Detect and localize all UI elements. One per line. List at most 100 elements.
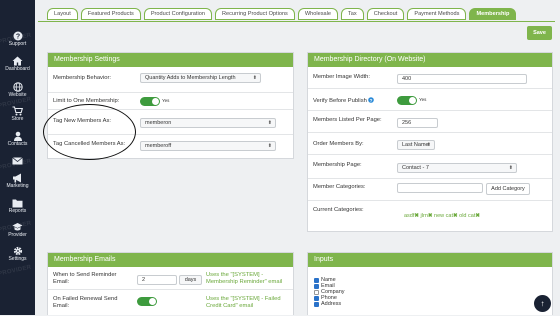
- select-arrows-icon: ⬍: [267, 120, 272, 126]
- sidebar-item-label: Provider: [8, 232, 27, 238]
- svg-text:?: ?: [15, 34, 19, 41]
- listed-input[interactable]: 256: [397, 118, 438, 128]
- panel-title: Inputs: [308, 253, 552, 267]
- image-width-input[interactable]: 400: [397, 74, 527, 84]
- limit-toggle[interactable]: Yes: [140, 97, 169, 106]
- page-select[interactable]: Contact - 7 ⬍: [397, 163, 517, 173]
- panel-title: Membership Directory (On Website): [308, 53, 552, 67]
- toggle-knob: [409, 97, 416, 104]
- failed-toggle[interactable]: [137, 297, 157, 306]
- arrow-up-icon: ↑: [540, 299, 545, 308]
- order-row: Order Members By: Last Name ⬍: [308, 132, 552, 154]
- panel-title: Membership Settings: [48, 53, 293, 67]
- image-width-row: Member Image Width: 400: [308, 67, 552, 88]
- failed-label: On Failed Renewal Send Email:: [53, 296, 118, 309]
- checkbox-address[interactable]: Address: [314, 301, 345, 307]
- failed-note: Uses the "[SYSTEM] - Failed Credit Card"…: [206, 296, 281, 309]
- category-input[interactable]: [397, 183, 483, 193]
- sidebar-item-reports[interactable]: Reports: [0, 198, 35, 222]
- svg-text:?: ?: [370, 98, 373, 103]
- sidebar-item-support[interactable]: ? Support: [0, 31, 35, 55]
- tab-tax[interactable]: Tax: [340, 8, 364, 20]
- select-arrows-icon: ⬍: [267, 143, 272, 149]
- remove-tag-icon[interactable]: ✖: [453, 213, 458, 219]
- verify-toggle[interactable]: Yes: [397, 96, 426, 105]
- sidebar-item-provider[interactable]: Provider: [0, 222, 35, 246]
- tab-wholesale[interactable]: Wholesale: [297, 8, 338, 20]
- verify-label-group: Verify Before Publish ?: [313, 97, 375, 105]
- gear-icon: [13, 246, 22, 256]
- sidebar-item-website[interactable]: Website: [0, 82, 35, 106]
- home-icon: [12, 56, 23, 66]
- sidebar-item-label: Store: [11, 116, 24, 122]
- tag-cancelled-select[interactable]: memberoff ⬍: [140, 141, 276, 151]
- categories-label: Member Categories:: [313, 184, 366, 190]
- membership-emails-panel: Membership Emails When to Send Reminder …: [47, 252, 294, 315]
- annotation-oval: [43, 104, 136, 160]
- order-select[interactable]: Last Name ⬍: [397, 140, 435, 150]
- toggle-knob: [149, 298, 156, 305]
- sidebar-item-marketing[interactable]: Marketing: [0, 173, 35, 197]
- tab-checkout[interactable]: Checkout: [366, 8, 405, 20]
- select-arrows-icon: ⬍: [426, 142, 431, 148]
- tab-featured-products[interactable]: Featured Products: [80, 8, 141, 20]
- remove-tag-icon[interactable]: ✖: [428, 213, 433, 219]
- verify-label: Verify Before Publish: [313, 98, 367, 104]
- panel-title: Membership Emails: [48, 253, 293, 267]
- page-value: Contact - 7: [402, 165, 429, 171]
- verify-row: Verify Before Publish ? Yes: [308, 88, 552, 110]
- sidebar-item-store[interactable]: Store: [0, 106, 35, 130]
- page-row: Membership Page: Contact - 7 ⬍: [308, 154, 552, 178]
- listed-row: Members Listed Per Page: 256: [308, 110, 552, 132]
- sidebar-item-label: Dashboard: [5, 66, 30, 72]
- input-field-list: Name Email Company Phone Address: [314, 277, 345, 307]
- categories-row: Member Categories: Add Category: [308, 178, 552, 200]
- toggle-knob: [152, 98, 159, 105]
- folder-icon: [12, 199, 23, 208]
- tab-layout[interactable]: Layout: [47, 8, 78, 20]
- sidebar-item-label: Reports: [8, 208, 27, 214]
- category-tag: jlrn: [420, 213, 428, 219]
- behavior-select[interactable]: Quantity Adds to Membership Length ⬍: [140, 73, 261, 83]
- checkbox-icon: [314, 289, 319, 295]
- behavior-row: Membership Behavior: Quantity Adds to Me…: [48, 67, 293, 92]
- page-label: Membership Page:: [313, 162, 362, 168]
- category-tag: old cat: [459, 213, 476, 219]
- checkbox-icon: [314, 277, 319, 283]
- behavior-value: Quantity Adds to Membership Length: [145, 75, 236, 81]
- sidebar-item-label: Support: [8, 41, 27, 47]
- tag-new-select[interactable]: memberon ⬍: [140, 118, 276, 128]
- current-categories-label: Current Categories:: [313, 207, 364, 213]
- checkbox-icon: [314, 283, 319, 289]
- sidebar-item-dashboard[interactable]: Dashboard: [0, 56, 35, 80]
- checkbox-label: Address: [321, 301, 342, 307]
- tab-divider: [38, 21, 555, 22]
- days-unit: days: [179, 275, 202, 285]
- sidebar-item-contacts[interactable]: Contacts: [0, 131, 35, 155]
- person-icon: [13, 131, 22, 141]
- tag-new-value: memberon: [145, 120, 172, 126]
- tab-product-configuration[interactable]: Product Configuration: [143, 8, 212, 20]
- remove-tag-icon[interactable]: ✖: [414, 213, 419, 219]
- checkbox-icon: [314, 295, 319, 301]
- toggle-text: Yes: [162, 98, 170, 103]
- remove-tag-icon[interactable]: ✖: [475, 213, 480, 219]
- tab-membership[interactable]: Membership: [469, 8, 517, 20]
- sidebar-item-label: Contacts: [7, 141, 28, 147]
- megaphone-icon: [13, 173, 21, 183]
- reminder-days-input[interactable]: 2: [137, 275, 177, 285]
- envelope-icon: [12, 157, 23, 165]
- scroll-to-top-button[interactable]: ↑: [534, 295, 551, 312]
- add-category-button[interactable]: Add Category: [486, 183, 530, 195]
- save-button[interactable]: Save: [527, 26, 552, 40]
- tab-payment-methods[interactable]: Payment Methods: [407, 8, 467, 20]
- listed-label: Members Listed Per Page:: [313, 117, 382, 123]
- sidebar-item-label: Settings: [8, 256, 27, 262]
- tab-recurring-product-options[interactable]: Recurring Product Options: [214, 8, 295, 20]
- reminder-label: When to Send Reminder Email:: [53, 272, 117, 285]
- sidebar-item-label: Marketing: [6, 183, 29, 189]
- info-icon[interactable]: ?: [368, 97, 375, 103]
- sidebar-item-settings[interactable]: Settings: [0, 246, 35, 270]
- toggle-text: Yes: [419, 97, 427, 102]
- image-width-label: Member Image Width:: [313, 74, 371, 80]
